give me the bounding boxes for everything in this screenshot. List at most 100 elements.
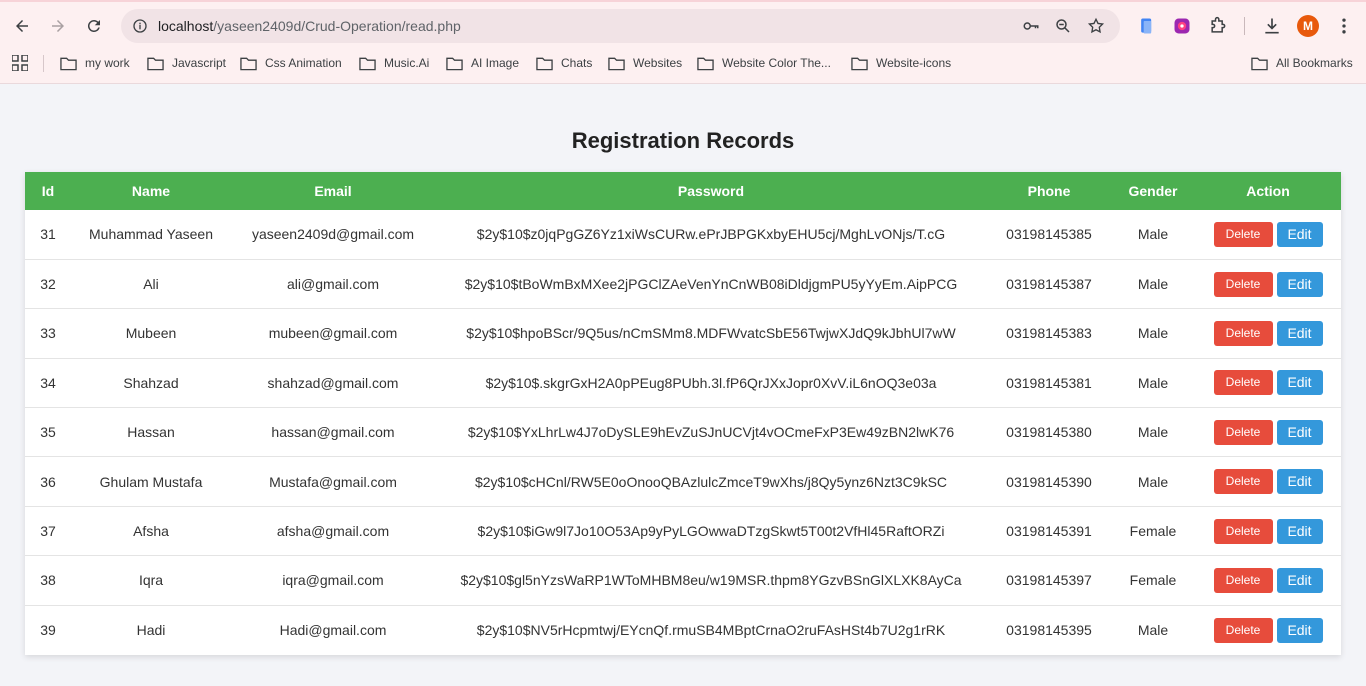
extensions-puzzle-icon[interactable] [1207,15,1229,37]
column-header-action: Action [1195,172,1341,210]
delete-button[interactable]: Delete [1213,370,1273,396]
extension-color-icon[interactable] [1171,15,1193,37]
cell-email: ali@gmail.com [231,259,435,310]
zoom-icon[interactable] [1053,17,1073,35]
cell-id: 32 [25,259,71,310]
cell-action: Delete Edit [1195,456,1341,507]
column-header-password: Password [435,172,987,210]
column-header-name: Name [71,172,231,210]
cell-action: Delete Edit [1195,259,1341,310]
bookmark-folder[interactable]: Music.Ai [359,51,429,75]
bookmark-folder[interactable]: Javascript [147,51,226,75]
password-key-icon[interactable] [1021,17,1041,35]
table-header-row: Id Name Email Password Phone Gender Acti… [25,172,1341,210]
cell-email: hassan@gmail.com [231,407,435,458]
edit-button[interactable]: Edit [1276,617,1323,643]
cell-name: Ali [71,259,231,310]
edit-button[interactable]: Edit [1276,469,1323,495]
records-table-container: Id Name Email Password Phone Gender Acti… [25,172,1341,655]
bookmark-folder[interactable]: Websites [608,51,682,75]
cell-gender: Male [1111,456,1195,507]
cell-password: $2y$10$hpoBScr/9Q5us/nCmSMm8.MDFWvatcSbE… [435,308,987,359]
cell-id: 33 [25,308,71,359]
menu-kebab-icon[interactable] [1333,15,1355,37]
cell-phone: 03198145381 [987,358,1111,409]
edit-button[interactable]: Edit [1276,567,1323,593]
cell-id: 38 [25,555,71,606]
table-row: 35 Hassan hassan@gmail.com $2y$10$YxLhrLw4J… [25,407,1341,458]
address-bar[interactable]: localhost/yaseen2409d/Crud-Operation/rea… [121,9,1120,43]
cell-email: yaseen2409d@gmail.com [231,210,435,260]
edit-button[interactable]: Edit [1276,271,1323,297]
cell-password: $2y$10$gl5nYzsWaRP1WToMHBM8eu/w19MSR.thp… [435,555,987,606]
cell-phone: 03198145397 [987,555,1111,606]
site-info-icon[interactable] [131,17,149,35]
table-row: 34 Shahzad shahzad@gmail.com $2y$10$.skgrGx… [25,358,1341,409]
delete-button[interactable]: Delete [1213,518,1273,544]
bookmark-folder[interactable]: Css Animation [240,51,342,75]
records-table: Id Name Email Password Phone Gender Acti… [25,172,1341,655]
table-row: 36 Ghulam Mustafa Mustafa@gmail.com $2y$10$… [25,456,1341,507]
table-row: 38 Iqra iqra@gmail.com $2y$10$gl5nYzsWaRP1W… [25,555,1341,606]
cell-email: mubeen@gmail.com [231,308,435,359]
bookmark-folder[interactable]: Website-icons [851,51,951,75]
forward-button[interactable] [44,12,72,40]
cell-email: shahzad@gmail.com [231,358,435,409]
cell-password: $2y$10$cHCnl/RW5E0oOnooQBAzlulcZmceT9wXh… [435,456,987,507]
cell-email: Mustafa@gmail.com [231,456,435,507]
bookmark-folder[interactable]: AI Image [446,51,519,75]
cell-email: Hadi@gmail.com [279,622,387,639]
url-text[interactable]: localhost/yaseen2409d/Crud-Operation/rea… [158,18,461,34]
url-host: localhost [158,18,214,34]
edit-button[interactable]: Edit [1276,518,1323,544]
toolbar-separator [1244,17,1245,35]
bookmark-star-icon[interactable] [1086,17,1106,35]
edit-button[interactable]: Edit [1276,419,1323,445]
cell-phone: 03198145395 [1006,622,1092,639]
cell-action: Delete Edit [1195,555,1341,606]
delete-button[interactable]: Delete [1213,469,1273,495]
cell-id: 35 [25,407,71,458]
extension-document-icon[interactable] [1136,15,1158,37]
cell-action: Delete Edit [1195,605,1341,654]
all-bookmarks-folder[interactable]: All Bookmarks [1251,51,1353,75]
cell-password: $2y$10$z0jqPgGZ6Yz1xiWsCURw.ePrJBPGKxbyE… [435,210,987,260]
reload-button[interactable] [80,12,108,40]
cell-id: 31 [25,210,71,260]
cell-email: afsha@gmail.com [231,506,435,557]
back-button[interactable] [8,12,36,40]
all-bookmarks-label: All Bookmarks [1276,56,1353,70]
delete-button[interactable]: Delete [1213,320,1273,346]
cell-name: Hadi [136,622,166,639]
cell-phone: 03198145390 [987,456,1111,507]
delete-button[interactable]: Delete [1213,419,1273,445]
cell-gender: Female [1111,555,1195,606]
cell-action: Delete Edit [1195,308,1341,359]
delete-button[interactable]: Delete [1213,221,1273,247]
delete-button[interactable]: Delete [1213,271,1273,297]
browser-chrome: localhost/yaseen2409d/Crud-Operation/rea… [0,0,1366,84]
cell-id: 34 [25,358,71,409]
reload-icon [87,19,100,32]
cell-name: Hassan [71,407,231,458]
bookmark-folder[interactable]: Website Color The... [697,51,831,75]
folder-icon [697,57,714,70]
table-row: 39 Hadi Hadi@gmail.com $2y$10$NV5rHcpmtwj/E… [25,605,1341,654]
delete-button[interactable]: Delete [1213,567,1273,593]
folder-icon [851,57,868,70]
delete-button[interactable]: Delete [1213,617,1273,643]
bookmark-label: AI Image [471,56,520,70]
table-row: 37 Afsha afsha@gmail.com $2y$10$iGw9l7Jo10O… [25,506,1341,557]
cell-gender: Male [1111,259,1195,310]
download-icon[interactable] [1261,15,1283,37]
edit-button[interactable]: Edit [1276,221,1323,247]
edit-button[interactable]: Edit [1276,370,1323,396]
cell-action: Delete Edit [1195,358,1341,409]
cell-password: $2y$10$iGw9l7Jo10O53Ap9yPyLGOwwaDTzgSkwt… [435,506,987,557]
folder-icon [60,57,77,70]
bookmark-folder[interactable]: my work [60,51,130,75]
bookmark-label: Websites [633,56,683,70]
edit-button[interactable]: Edit [1276,320,1323,346]
profile-avatar[interactable]: M [1297,15,1319,37]
bookmark-folder[interactable]: Chats [536,51,592,75]
